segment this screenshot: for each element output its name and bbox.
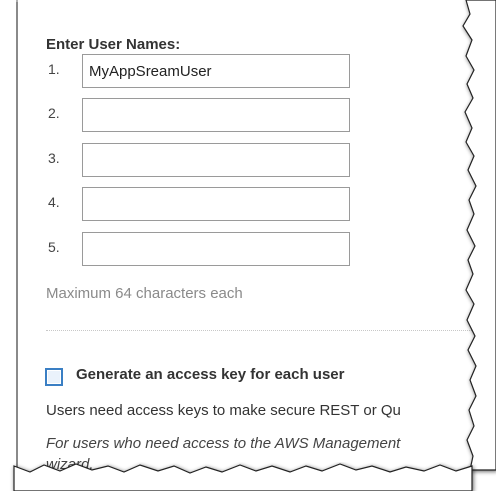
user-name-input-2[interactable] [82, 98, 350, 132]
generate-access-key-label[interactable]: Generate an access key for each user [76, 366, 345, 383]
max-length-hint: Maximum 64 characters each [46, 285, 243, 302]
generate-access-key-checkbox[interactable] [45, 368, 63, 386]
user-name-input-1[interactable] [82, 54, 350, 88]
user-name-input-5[interactable] [82, 232, 350, 266]
console-access-note-line-2: wizard. [46, 456, 94, 472]
section-divider [46, 330, 484, 331]
row-number: 3. [48, 150, 60, 166]
console-access-note-line-1: For users who need access to the AWS Man… [46, 435, 401, 452]
row-number: 2. [48, 105, 60, 121]
row-number: 1. [48, 61, 60, 77]
console-access-note: For users who need access to the AWS Man… [46, 433, 484, 472]
section-title: Enter User Names: [46, 36, 181, 53]
access-key-description: Users need access keys to make secure RE… [46, 402, 401, 419]
user-name-input-3[interactable] [82, 143, 350, 177]
row-number: 5. [48, 239, 60, 255]
create-users-panel: Enter User Names: 1. 2. 3. 4. 5. Maximum… [18, 0, 484, 472]
row-number: 4. [48, 194, 60, 210]
user-name-input-4[interactable] [82, 187, 350, 221]
